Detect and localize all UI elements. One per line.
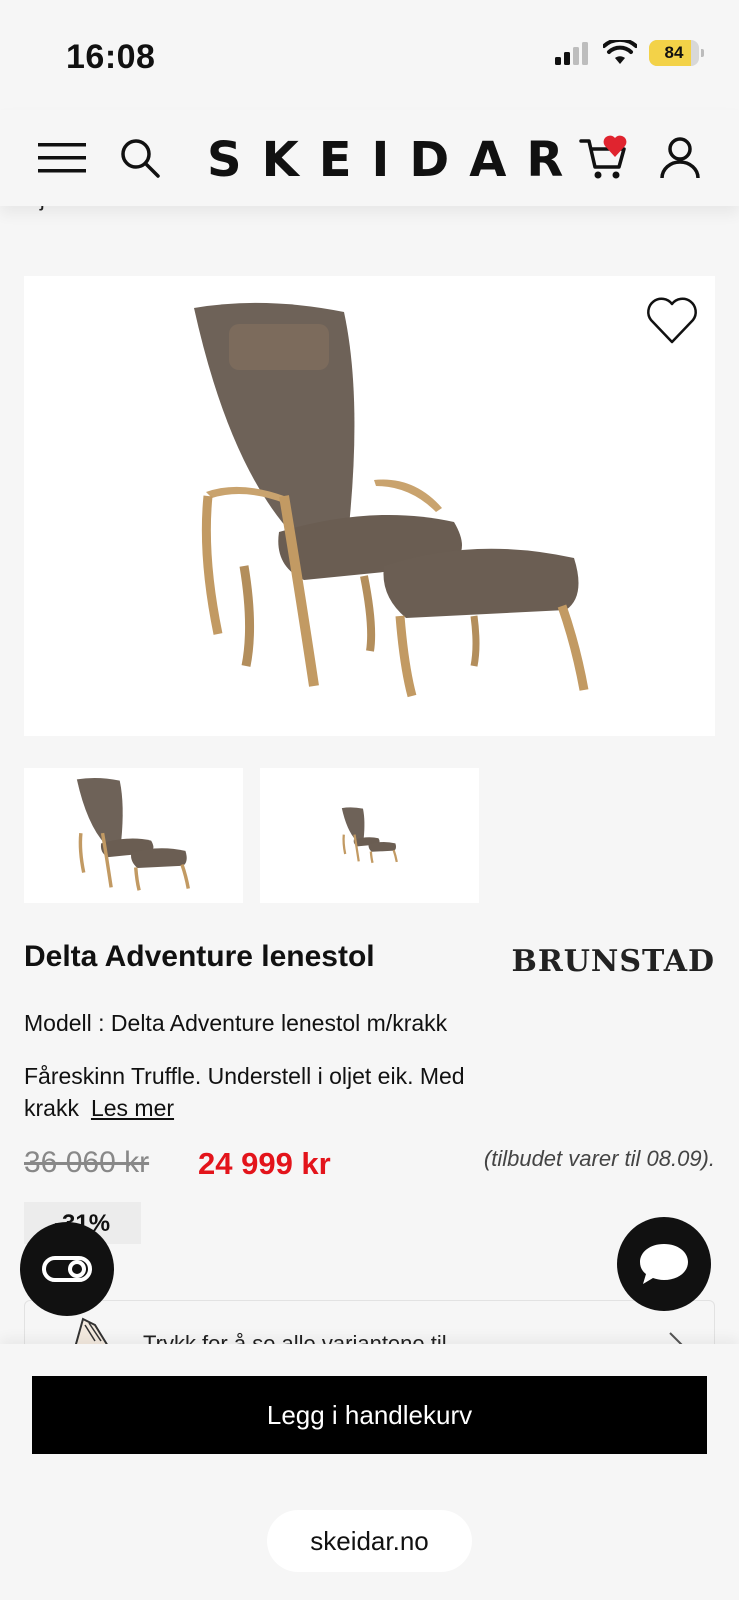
status-time: 16:08 bbox=[66, 38, 156, 76]
signal-icon bbox=[555, 42, 588, 65]
favorite-heart-icon[interactable] bbox=[645, 296, 699, 346]
glasses-toggle-icon bbox=[42, 1256, 92, 1282]
product-thumbnail-1[interactable] bbox=[24, 768, 243, 903]
old-price: 36 060 kr bbox=[24, 1146, 150, 1179]
read-more-link[interactable]: Les mer bbox=[91, 1095, 174, 1121]
add-to-cart-button[interactable]: Legg i handlekurv bbox=[32, 1376, 707, 1454]
chat-bubble-icon bbox=[640, 1244, 688, 1284]
site-logo[interactable]: SKEIDAR bbox=[207, 132, 583, 188]
search-icon[interactable] bbox=[112, 130, 168, 186]
product-thumbnail-2[interactable] bbox=[260, 768, 479, 903]
browser-url-pill[interactable]: skeidar.no bbox=[267, 1510, 472, 1572]
chat-button[interactable] bbox=[617, 1217, 711, 1311]
offer-valid-note: (tilbudet varer til 08.09). bbox=[483, 1146, 715, 1171]
wifi-icon bbox=[603, 40, 637, 64]
armchair-thumbnail-image bbox=[76, 777, 190, 891]
bottom-action-bar: Legg i handlekurv skeidar.no bbox=[0, 1344, 739, 1600]
product-image-main[interactable] bbox=[24, 276, 715, 736]
user-icon[interactable] bbox=[652, 130, 708, 186]
battery-level: 84 bbox=[664, 43, 684, 62]
armchair-image bbox=[194, 302, 589, 698]
accessibility-toggle-button[interactable] bbox=[20, 1222, 114, 1316]
menu-icon[interactable] bbox=[34, 130, 90, 186]
product-model: Modell : Delta Adventure lenestol m/krak… bbox=[24, 1010, 448, 1036]
status-bar: 16:08 84 bbox=[0, 0, 739, 110]
cart-badge-heart-icon bbox=[603, 135, 627, 157]
product-description: Fåreskinn Truffle. Understell i oljet ei… bbox=[24, 1060, 524, 1124]
cart-icon[interactable] bbox=[576, 130, 632, 186]
sale-price: 24 999 kr bbox=[198, 1146, 331, 1181]
armchair-thumbnail-small-image bbox=[341, 806, 398, 863]
product-title: Delta Adventure lenestol bbox=[24, 940, 375, 973]
brand-logo[interactable]: BRUNSTAD bbox=[511, 944, 715, 979]
site-header: SKEIDAR bbox=[0, 110, 739, 206]
status-icons: 84 bbox=[555, 40, 704, 66]
battery-indicator: 84 bbox=[649, 40, 704, 66]
